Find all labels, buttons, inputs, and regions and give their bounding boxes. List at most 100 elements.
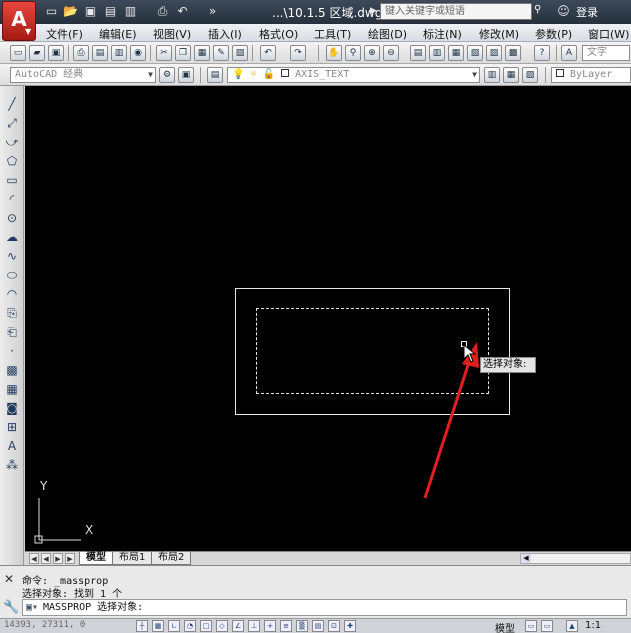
- hatch-icon[interactable]: ▩: [4, 362, 20, 378]
- markup-icon[interactable]: ▨: [486, 45, 502, 61]
- layer-previous-icon[interactable]: ▦: [503, 67, 519, 83]
- ortho-mode-icon[interactable]: ∟: [168, 620, 180, 632]
- scroll-left-icon[interactable]: ◀: [521, 554, 531, 563]
- horizontal-scrollbar[interactable]: ◀: [520, 553, 631, 564]
- object-snap-tracking-icon[interactable]: ∠: [232, 620, 244, 632]
- circle-icon[interactable]: ⊙: [4, 210, 20, 226]
- make-current-layer-icon[interactable]: ▥: [484, 67, 500, 83]
- workspace-toggle-icon[interactable]: ▣: [178, 67, 194, 83]
- wrench-icon[interactable]: 🔧: [3, 600, 19, 615]
- plot-preview-icon[interactable]: ▥: [123, 4, 138, 19]
- undo-icon[interactable]: ↶: [260, 45, 276, 61]
- annotation-scale-value[interactable]: 1:1: [585, 620, 601, 631]
- undo-icon[interactable]: ↶: [175, 4, 190, 19]
- gradient-icon[interactable]: ▦: [4, 381, 20, 397]
- command-input[interactable]: ▣▾ MASSPROP 选择对象:: [22, 599, 627, 616]
- properties-icon[interactable]: ▤: [410, 45, 426, 61]
- layer-manager-icon[interactable]: ▤: [207, 67, 223, 83]
- copy-icon[interactable]: ❐: [175, 45, 191, 61]
- menu-window[interactable]: 窗口(W): [588, 26, 629, 42]
- line-icon[interactable]: ╱: [4, 96, 20, 112]
- make-block-icon[interactable]: ⎗: [4, 324, 20, 340]
- region-icon[interactable]: ◙: [4, 400, 20, 416]
- match-properties-icon[interactable]: ✎: [213, 45, 229, 61]
- selection-cycling-icon[interactable]: ⊡: [328, 620, 340, 632]
- user-icon[interactable]: ☺: [556, 4, 571, 19]
- layer-states-icon[interactable]: ▧: [522, 67, 538, 83]
- design-center-icon[interactable]: ▥: [429, 45, 445, 61]
- quick-view-drawings-icon[interactable]: ▭: [541, 620, 553, 632]
- arc-icon[interactable]: ◜: [4, 191, 20, 207]
- grid-display-icon[interactable]: ▦: [152, 620, 164, 632]
- allow-ucs-icon[interactable]: ⊥: [248, 620, 260, 632]
- snap-mode-icon[interactable]: ┼: [136, 620, 148, 632]
- spline-icon[interactable]: ∿: [4, 248, 20, 264]
- search-input[interactable]: 键入关键字或短语: [380, 3, 532, 20]
- prev-tab-icon[interactable]: ◀: [41, 553, 51, 564]
- zoom-window-icon[interactable]: ⊕: [364, 45, 380, 61]
- layer-combo[interactable]: 💡 ☼ 🔓 AXIS_TEXT ▼: [227, 67, 480, 83]
- pan-icon[interactable]: ✋: [326, 45, 342, 61]
- workspace-settings-icon[interactable]: ⚙: [159, 67, 175, 83]
- menu-modify[interactable]: 修改(M): [479, 26, 519, 42]
- dynamic-input-icon[interactable]: +: [264, 620, 276, 632]
- plot-preview-icon[interactable]: ▤: [92, 45, 108, 61]
- workspace-combo[interactable]: AutoCAD 经典 ▼: [10, 67, 156, 83]
- ellipse-icon[interactable]: ⬭: [4, 267, 20, 283]
- 3d-osnap-icon[interactable]: ◇: [216, 620, 228, 632]
- new-icon[interactable]: ▭: [10, 45, 26, 61]
- binoculars-icon[interactable]: ⚲: [534, 4, 548, 18]
- last-tab-icon[interactable]: ▶: [65, 553, 75, 564]
- publish-icon[interactable]: ▥: [111, 45, 127, 61]
- application-menu-button[interactable]: A ▼: [2, 1, 36, 41]
- paste-icon[interactable]: ▦: [194, 45, 210, 61]
- menu-view[interactable]: 视图(V): [153, 26, 191, 42]
- new-file-icon[interactable]: ▭: [44, 4, 59, 19]
- save-icon[interactable]: ▣: [83, 4, 98, 19]
- construction-line-icon[interactable]: ⤢: [4, 115, 20, 131]
- quick-properties-icon[interactable]: ▤: [312, 620, 324, 632]
- zoom-previous-icon[interactable]: ⊖: [383, 45, 399, 61]
- menu-tools[interactable]: 工具(T): [314, 26, 351, 42]
- ellipse-arc-icon[interactable]: ◠: [4, 286, 20, 302]
- menu-file[interactable]: 文件(F): [46, 26, 83, 42]
- tab-layout2[interactable]: 布局2: [151, 552, 192, 565]
- save-as-icon[interactable]: ▤: [103, 4, 118, 19]
- drawing-canvas[interactable]: 选择对象: Y X: [25, 86, 631, 551]
- polar-tracking-icon[interactable]: ◔: [184, 620, 196, 632]
- transparency-icon[interactable]: ▒: [296, 620, 308, 632]
- menu-draw[interactable]: 绘图(D): [368, 26, 407, 42]
- open-icon[interactable]: ▰: [29, 45, 45, 61]
- text-style-icon[interactable]: A: [561, 45, 577, 61]
- block-editor-icon[interactable]: ▧: [232, 45, 248, 61]
- color-combo[interactable]: ByLayer: [551, 67, 631, 83]
- expand-icon[interactable]: ▶: [366, 4, 381, 19]
- cut-icon[interactable]: ✂: [156, 45, 172, 61]
- zoom-realtime-icon[interactable]: ⚲: [345, 45, 361, 61]
- next-tab-icon[interactable]: ▶: [53, 553, 63, 564]
- tab-layout1[interactable]: 布局1: [112, 552, 153, 565]
- polyline-icon[interactable]: ⤻: [4, 134, 20, 150]
- object-snap-icon[interactable]: □: [200, 620, 212, 632]
- quickcalc-icon[interactable]: ▩: [505, 45, 521, 61]
- quick-view-layouts-icon[interactable]: ▭: [525, 620, 537, 632]
- 3d-dwf-icon[interactable]: ◉: [130, 45, 146, 61]
- login-link[interactable]: 登录: [576, 4, 598, 20]
- redo-icon[interactable]: ↷: [290, 45, 306, 61]
- sheet-set-icon[interactable]: ▧: [467, 45, 483, 61]
- help-icon[interactable]: ?: [534, 45, 550, 61]
- save-icon[interactable]: ▣: [48, 45, 64, 61]
- revision-cloud-icon[interactable]: ☁: [4, 229, 20, 245]
- print-icon[interactable]: ⎙: [73, 45, 89, 61]
- tool-palettes-icon[interactable]: ▦: [448, 45, 464, 61]
- annotation-scale-icon[interactable]: ▲: [566, 620, 578, 632]
- lineweight-icon[interactable]: ≡: [280, 620, 292, 632]
- annotation-monitor-icon[interactable]: ✚: [344, 620, 356, 632]
- menu-edit[interactable]: 编辑(E): [99, 26, 137, 42]
- add-selected-icon[interactable]: ⁂: [4, 457, 20, 473]
- first-tab-icon[interactable]: ◀: [29, 553, 39, 564]
- tab-model[interactable]: 模型: [79, 552, 113, 565]
- multiline-text-icon[interactable]: A: [4, 438, 20, 454]
- text-style-combo[interactable]: 文字: [582, 45, 630, 61]
- menu-dimension[interactable]: 标注(N): [423, 26, 462, 42]
